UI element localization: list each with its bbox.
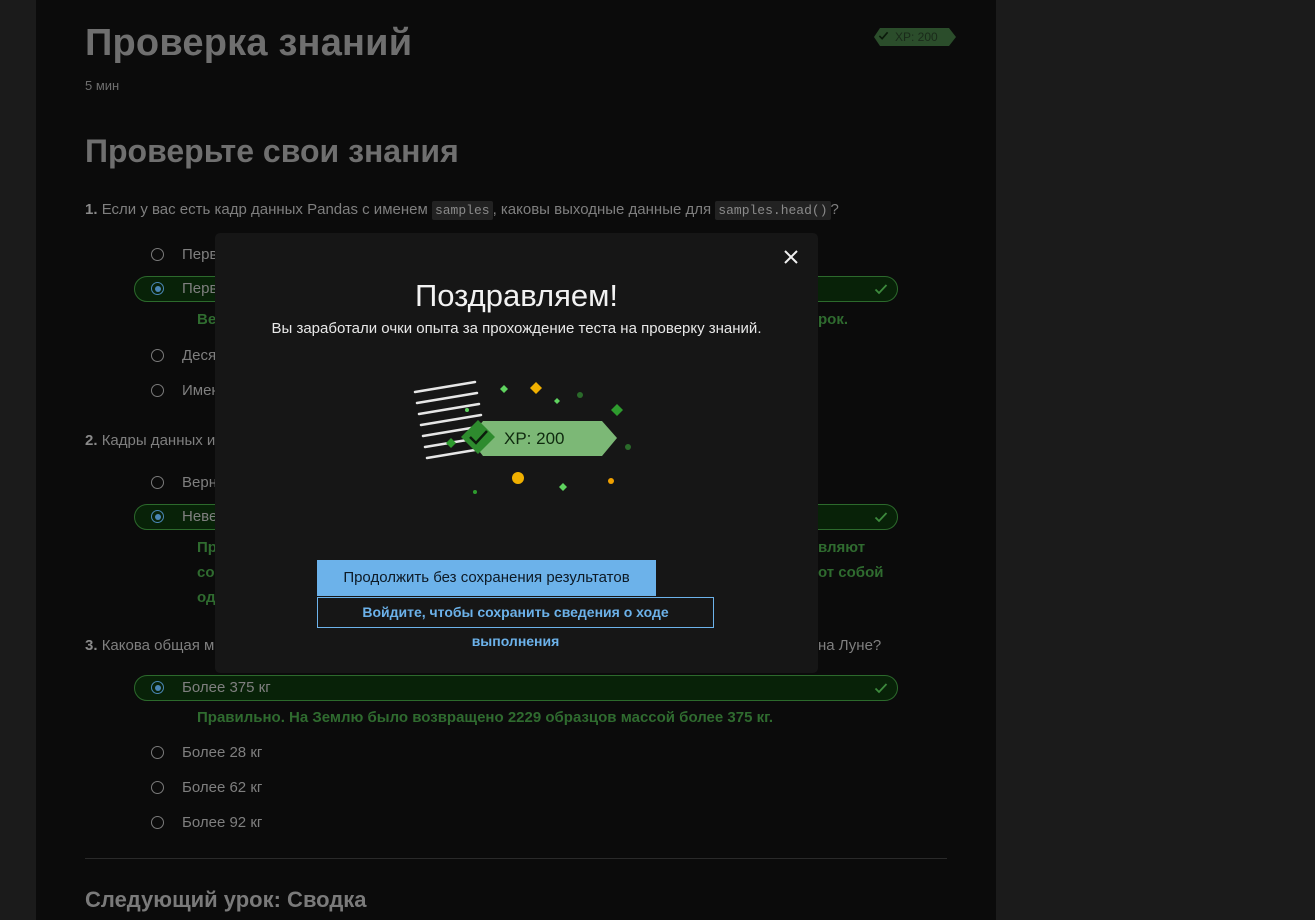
option-label: Неве [182,508,218,525]
answer-option[interactable]: Более 62 кг [134,775,898,801]
radio-button[interactable] [151,746,164,759]
code-snippet: samples [431,201,493,220]
radio-button[interactable] [151,781,164,794]
feedback-text: рок. [818,311,848,328]
radio-button[interactable] [151,282,164,295]
question-1: 1. Если у вас есть кадр данных Pandas с … [85,201,839,220]
option-label: Более 28 кг [182,744,263,761]
radio-button[interactable] [151,248,164,261]
option-label: Перв [182,246,218,263]
xp-tag-label: XP: 200 [504,429,565,448]
checkmark-icon [874,512,888,523]
radio-button[interactable] [151,349,164,362]
question-text: Кадры данных и [101,432,216,449]
continue-without-saving-button[interactable]: Продолжить без сохранения результатов [317,560,656,596]
question-number: 2. [85,432,98,449]
question-2: 2. Кадры данных и [85,432,215,449]
xp-reward-illustration: XP: 200 [413,380,631,494]
close-icon[interactable] [783,249,799,265]
xp-badge: XP: 200 [874,28,956,46]
question-text: ? [830,201,839,218]
feedback-text: со [197,564,215,581]
question-text: Какова общая м [101,637,215,654]
question-3: 3. Какова общая м [85,637,214,654]
feedback-text: Правильно. На Землю было возвращено 2229… [197,709,774,726]
option-label: Деся [182,347,217,364]
feedback-text: Пр [197,539,217,556]
feedback-text: вляют [818,539,866,556]
question-text: , каковы выходные данные для [492,201,716,218]
section-title: Проверьте свои знания [85,133,459,169]
code-snippet: samples.head() [715,201,831,220]
answer-option[interactable]: Более 92 кг [134,810,898,836]
duration-label: 5 мин [85,78,120,93]
feedback-text: от собой [818,564,884,581]
question-text-tail: на Луне? [818,637,882,654]
option-label: Более 92 кг [182,814,263,831]
feedback-text: Ве [197,311,217,328]
checkmark-icon [874,284,888,295]
page-title: Проверка знаний [85,22,413,64]
question-number: 1. [85,201,98,218]
option-label: Верн [182,474,217,491]
check-icon [878,31,889,40]
sign-in-to-save-button[interactable]: Войдите, чтобы сохранить сведения о ходе… [317,597,714,649]
option-label: Более 62 кг [182,779,263,796]
answer-option-selected[interactable]: Более 375 кг [134,675,898,701]
modal-subtitle: Вы заработали очки опыта за прохождение … [271,320,762,337]
radio-button[interactable] [151,510,164,523]
radio-button[interactable] [151,384,164,397]
feedback-text: од [197,589,216,606]
answer-option[interactable]: Более 28 кг [134,740,898,766]
option-label: Перв [182,280,218,297]
xp-badge-label: XP: 200 [895,30,938,44]
question-number: 3. [85,637,98,654]
next-lesson-heading: Следующий урок: Сводка [85,887,367,912]
radio-button[interactable] [151,681,164,694]
divider [85,858,947,859]
checkmark-icon [874,683,888,694]
option-label: Более 375 кг [182,679,271,696]
radio-button[interactable] [151,476,164,489]
modal-title: Поздравляем! [414,278,619,313]
radio-button[interactable] [151,816,164,829]
question-text: Если у вас есть кадр данных Pandas с име… [101,201,432,218]
